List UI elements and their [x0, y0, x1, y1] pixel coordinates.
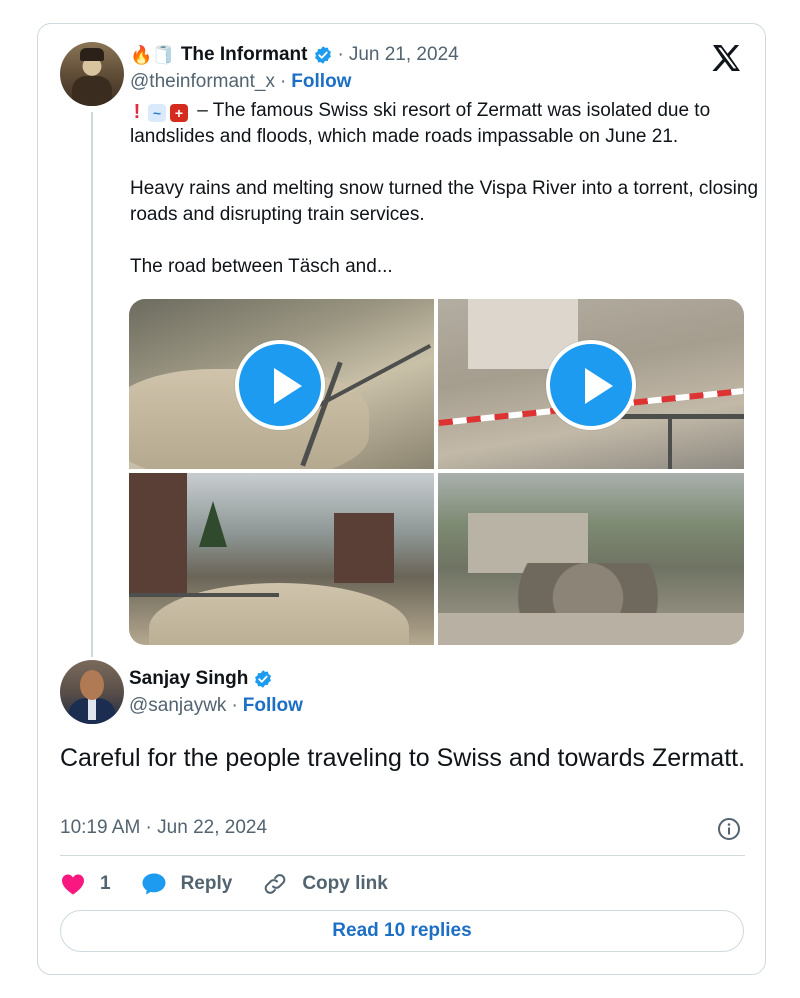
fire-roll-emoji: 🔥🧻 — [130, 44, 175, 65]
quoted-tweet-header: 🔥🧻 The Informant · Jun 21, 2024 — [130, 43, 459, 67]
informant-author-name[interactable]: The Informant — [181, 44, 308, 66]
embedded-tweet-card: 🔥🧻 The Informant · Jun 21, 2024 @theinfo… — [37, 23, 766, 975]
main-tweet-header: Sanjay Singh — [129, 667, 273, 691]
verified-badge-icon — [314, 46, 331, 64]
exclamation-icon: ! — [133, 101, 141, 123]
x-logo-icon[interactable] — [712, 44, 742, 72]
play-icon[interactable] — [546, 340, 636, 430]
informant-avatar[interactable] — [60, 42, 124, 106]
quoted-paragraph-3: The road between Täsch and... — [130, 256, 393, 277]
sanjay-handle[interactable]: @sanjaywk — [129, 695, 226, 717]
copy-link-button[interactable]: Copy link — [262, 872, 388, 896]
video-thumbnail-2[interactable] — [438, 299, 744, 469]
reply-bubble-icon — [142, 873, 166, 895]
photo-thumbnail-3[interactable] — [129, 473, 434, 645]
info-icon[interactable] — [717, 817, 741, 841]
main-tweet-text: Careful for the people traveling to Swis… — [60, 744, 746, 772]
quoted-paragraph-1: – The famous Swiss ski resort of Zermatt… — [130, 100, 711, 147]
link-icon — [265, 874, 286, 894]
actions-divider — [60, 855, 745, 856]
verified-badge-icon — [255, 670, 272, 688]
separator-dot: · — [231, 695, 238, 716]
reply-button[interactable]: Reply — [141, 872, 233, 896]
main-tweet-timestamp[interactable]: 10:19 AM · Jun 22, 2024 — [60, 817, 267, 839]
sanjay-author-name[interactable]: Sanjay Singh — [129, 668, 248, 690]
quoted-tweet-date[interactable]: Jun 21, 2024 — [349, 44, 459, 66]
quoted-tweet-text: ! ~ + – The famous Swiss ski resort of Zer… — [130, 98, 760, 306]
wave-icon: ~ — [148, 104, 166, 122]
informant-handle[interactable]: @theinformant_x — [130, 71, 275, 93]
quoted-tweet-handle-row: @theinformant_x · Follow — [130, 71, 351, 93]
separator-dot: · — [279, 71, 287, 92]
media-grid — [129, 299, 744, 645]
heart-icon — [62, 874, 84, 895]
thread-connector-line — [91, 112, 93, 657]
photo-thumbnail-4[interactable] — [438, 473, 744, 645]
swiss-flag-icon: + — [170, 104, 188, 122]
sanjay-avatar[interactable] — [60, 660, 124, 724]
main-tweet-handle-row: @sanjaywk · Follow — [129, 695, 303, 717]
reply-label: Reply — [180, 873, 233, 894]
follow-informant-button[interactable]: Follow — [291, 71, 351, 93]
play-icon[interactable] — [235, 340, 325, 430]
follow-sanjay-button[interactable]: Follow — [243, 695, 303, 717]
like-count: 1 — [100, 873, 111, 894]
like-button[interactable]: 1 — [60, 872, 111, 896]
separator-dot: · — [337, 44, 344, 65]
quoted-paragraph-2: Heavy rains and melting snow turned the … — [130, 178, 759, 225]
read-replies-button[interactable]: Read 10 replies — [60, 910, 744, 952]
tweet-actions-bar: 1 Reply Copy link — [60, 869, 418, 899]
copy-link-label: Copy link — [302, 873, 388, 894]
video-thumbnail-1[interactable] — [129, 299, 434, 469]
